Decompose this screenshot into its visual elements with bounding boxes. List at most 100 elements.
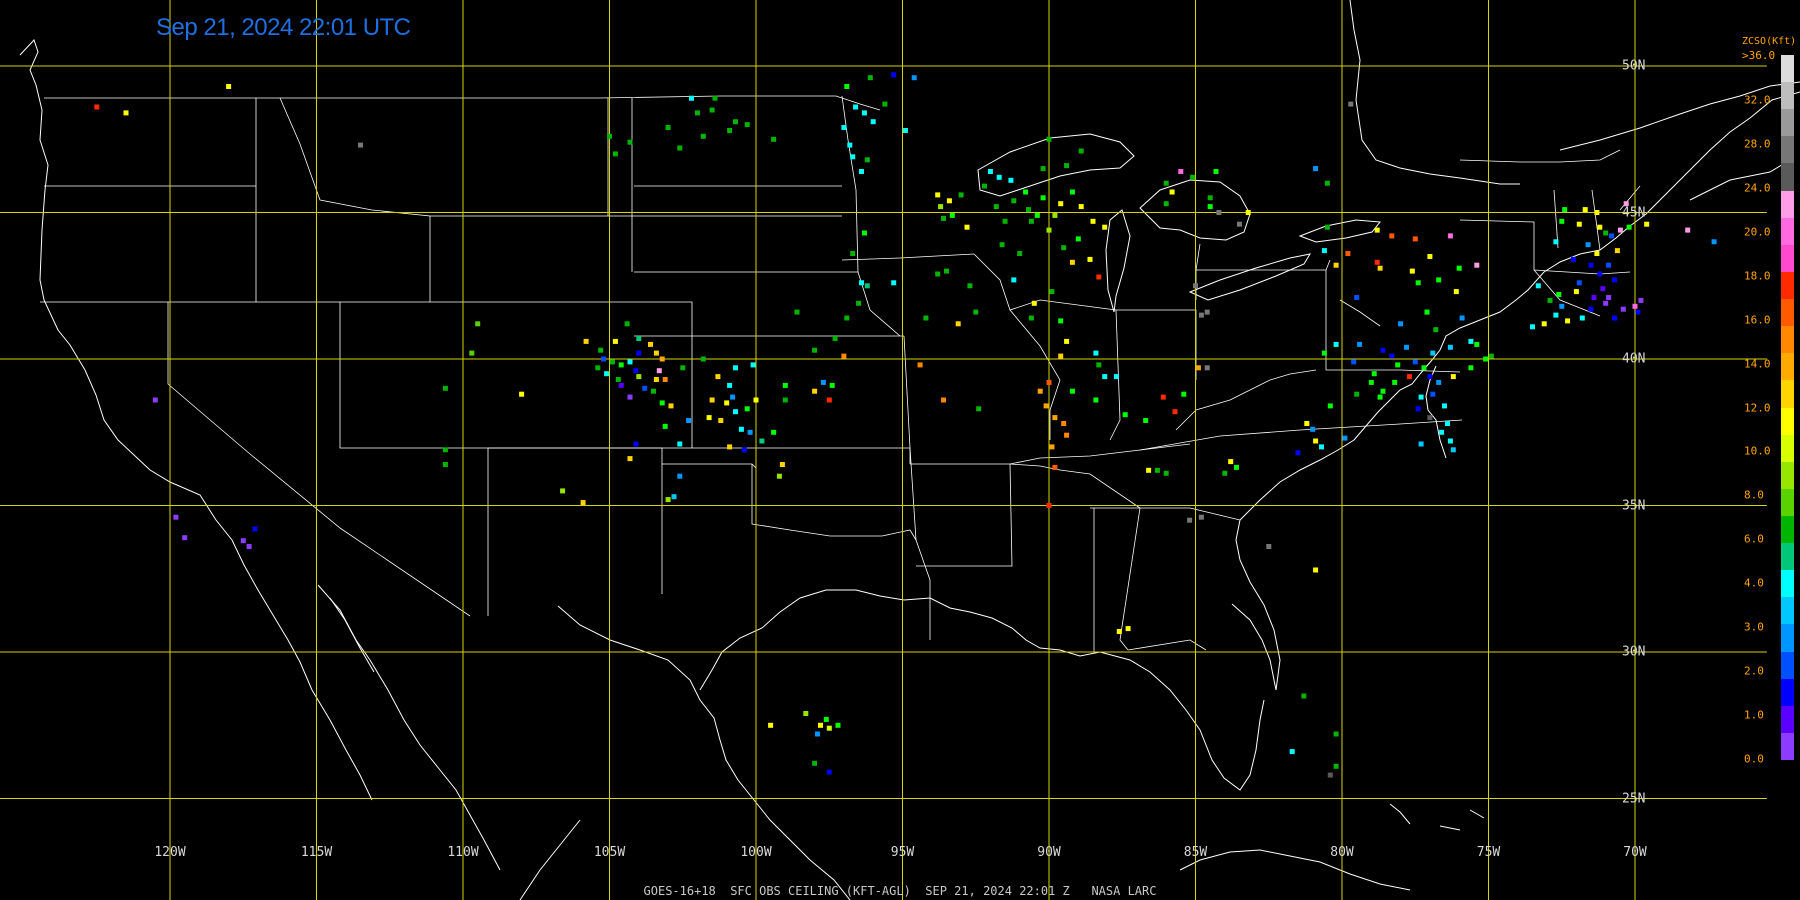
station-marker [1447, 438, 1453, 444]
legend-color-box [1781, 380, 1794, 408]
station-marker [1327, 772, 1333, 778]
station-marker [1078, 148, 1084, 154]
station-marker [733, 119, 738, 125]
station-marker [1377, 265, 1383, 271]
station-marker [1418, 394, 1424, 400]
station-marker [1304, 421, 1310, 426]
station-marker [744, 122, 750, 128]
station-marker [1195, 365, 1201, 371]
station-marker [677, 145, 683, 151]
station-marker [1600, 286, 1606, 292]
station-marker [700, 133, 706, 139]
station-marker [938, 204, 944, 210]
station-marker [782, 397, 788, 403]
station-marker [1609, 233, 1615, 239]
station-marker [1389, 353, 1395, 359]
legend-color-box [1781, 299, 1794, 327]
station-marker [1313, 567, 1319, 573]
station-marker [867, 75, 873, 81]
station-marker [1594, 210, 1600, 215]
legend-color-box [1781, 732, 1794, 761]
station-marker [173, 514, 179, 520]
station-marker [1069, 388, 1075, 394]
station-marker [902, 128, 908, 133]
longitude-label: 105W [593, 845, 626, 860]
station-marker [727, 444, 733, 450]
station-marker [753, 397, 759, 403]
station-marker [595, 365, 601, 371]
station-marker [1064, 163, 1070, 169]
station-marker [246, 544, 252, 549]
station-marker [856, 300, 862, 306]
station-marker [1046, 136, 1052, 142]
station-marker [1371, 371, 1377, 377]
station-marker [1061, 421, 1067, 426]
station-marker [1459, 315, 1465, 321]
station-marker [861, 110, 867, 116]
station-marker [1093, 350, 1099, 356]
station-marker [627, 456, 633, 462]
map-footer: GOES-16+18 SFC OBS CEILING (KFT-AGL) SEP… [643, 884, 1157, 898]
station-marker [1412, 359, 1418, 365]
station-marker [1626, 224, 1632, 230]
station-marker [1163, 180, 1169, 186]
legend-tick-label: 20.0 [1744, 225, 1771, 239]
station-marker [1606, 295, 1612, 300]
station-marker [853, 104, 859, 110]
station-marker [1026, 207, 1031, 213]
station-marker [835, 722, 841, 728]
station-marker [469, 350, 475, 356]
surface-obs-map [0, 0, 1800, 900]
station-marker [964, 224, 970, 230]
station-marker [1547, 297, 1553, 303]
station-marker [601, 356, 607, 362]
station-marker [1576, 280, 1582, 286]
station-marker [1052, 212, 1058, 218]
station-marker [847, 142, 853, 148]
station-marker [633, 441, 639, 447]
station-marker [967, 283, 973, 289]
station-marker [1565, 318, 1571, 324]
station-marker [826, 725, 832, 731]
station-marker [841, 353, 847, 359]
station-marker [656, 368, 662, 374]
station-marker [776, 473, 782, 479]
station-marker [1078, 204, 1084, 210]
station-marker [1427, 254, 1433, 259]
station-marker [733, 365, 738, 371]
station-marker [618, 382, 624, 388]
station-marker [1436, 379, 1442, 385]
station-marker [1163, 470, 1169, 476]
station-marker [891, 72, 897, 78]
station-marker [1612, 277, 1617, 283]
latitude-label: 35N [1622, 498, 1646, 513]
station-marker [1216, 210, 1222, 215]
station-marker [812, 347, 818, 353]
station-marker [1345, 251, 1351, 256]
station-marker [152, 397, 158, 403]
station-marker [1049, 444, 1055, 450]
station-marker [829, 382, 835, 388]
station-marker [941, 215, 946, 221]
station-marker [759, 438, 765, 444]
station-marker [1289, 749, 1295, 755]
station-marker [1213, 169, 1219, 174]
station-marker [982, 183, 987, 189]
station-marker [1556, 292, 1562, 297]
legend-color-box [1781, 434, 1794, 463]
legend-color-box [1781, 624, 1794, 653]
station-marker [442, 462, 448, 467]
station-marker [1576, 221, 1582, 227]
longitude-label: 95W [890, 845, 915, 860]
legend-color-box [1781, 353, 1794, 381]
station-marker [1028, 218, 1034, 224]
station-marker [1028, 315, 1034, 321]
station-marker [1011, 277, 1017, 283]
station-marker [727, 382, 733, 388]
station-marker [1424, 309, 1430, 315]
station-marker [1582, 207, 1588, 213]
legend-color-box [1781, 136, 1794, 164]
station-marker [94, 104, 100, 110]
station-marker [1204, 309, 1210, 315]
station-marker [1380, 388, 1386, 394]
